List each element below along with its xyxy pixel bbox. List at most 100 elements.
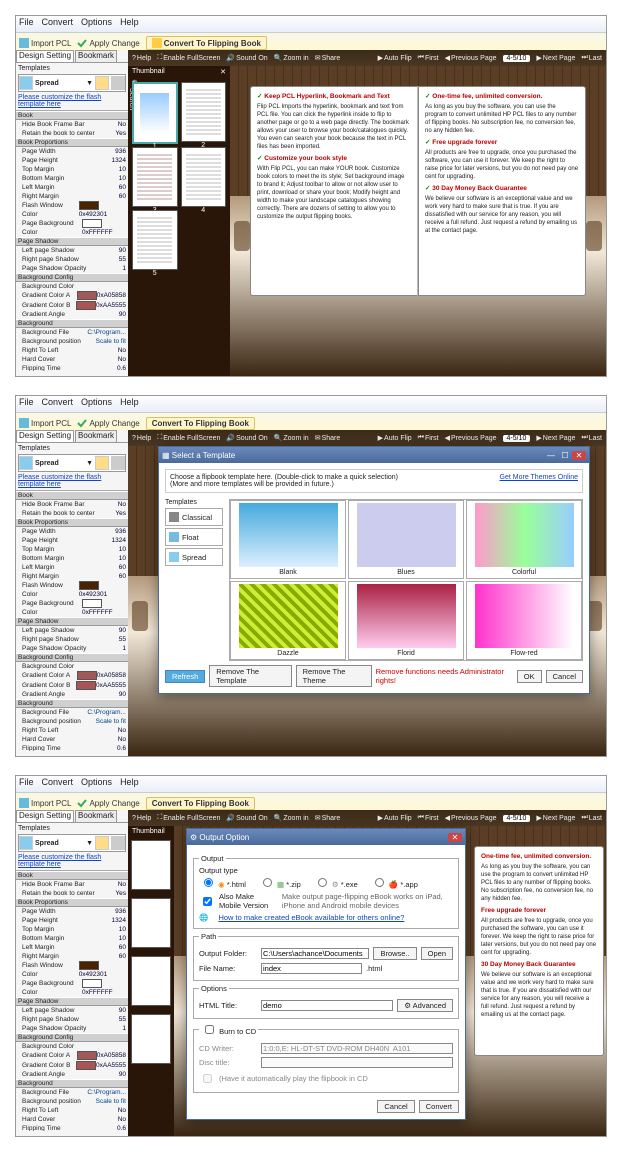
- convert-button[interactable]: Convert: [419, 1100, 459, 1113]
- thumbnail-3[interactable]: 3: [132, 147, 178, 207]
- template-cat-classical[interactable]: Classical: [165, 508, 223, 526]
- thumbnail-4[interactable]: 4: [181, 147, 227, 207]
- swatch-grad-a[interactable]: [77, 291, 97, 300]
- template-name: Spread: [35, 80, 59, 87]
- menu-convert[interactable]: Convert: [42, 17, 74, 31]
- help-button[interactable]: ? Help: [132, 55, 151, 62]
- template-folder-icon[interactable]: [95, 76, 109, 90]
- sound-button[interactable]: 🔊 Sound On: [226, 54, 267, 62]
- menu-help[interactable]: Help: [120, 17, 139, 31]
- open-book[interactable]: ✓ Keep PCL Hyperlink, Bookmark and Text …: [250, 86, 586, 296]
- auto-flip-button[interactable]: ▶ Auto Flip: [378, 54, 412, 62]
- browse-button[interactable]: Browse..: [373, 947, 416, 960]
- dialog-titlebar[interactable]: ▦ Select a Template —☐✕: [159, 447, 589, 463]
- output-option-dialog: ⚙ Output Option ✕ Output Output type ◉ *…: [186, 828, 466, 1120]
- thumbnail-1[interactable]: 1: [132, 82, 178, 144]
- template-blank[interactable]: Blank: [230, 500, 346, 579]
- output-type-zip[interactable]: ▦ *.zip: [258, 875, 301, 889]
- left-tabs: Design Setting Bookmark: [16, 50, 128, 63]
- apply-change-button[interactable]: Apply Change: [77, 38, 139, 48]
- app-window-2: FileConvertOptionsHelp Import PCL Apply …: [15, 395, 607, 757]
- import-pcl-button[interactable]: Import PCL: [19, 418, 71, 428]
- template-flow-red[interactable]: Flow-red: [466, 581, 582, 660]
- thumbnail-2[interactable]: 2: [181, 82, 227, 142]
- tab-design-setting[interactable]: Design Setting: [16, 50, 74, 62]
- refresh-button[interactable]: Refresh: [165, 670, 205, 683]
- thumbnail-close-icon[interactable]: ✕: [220, 68, 226, 76]
- info-icon: 🌐: [199, 913, 208, 922]
- ok-button[interactable]: OK: [517, 670, 542, 683]
- app-window-1: File Convert Options Help Import PCL App…: [15, 15, 607, 377]
- last-page-button[interactable]: ⏭ Last: [581, 54, 602, 62]
- thumbnail-5[interactable]: 5: [132, 210, 178, 270]
- menu-file[interactable]: File: [19, 17, 34, 31]
- more-themes-link[interactable]: Get More Themes Online: [500, 474, 578, 488]
- group-background[interactable]: Background: [16, 319, 128, 328]
- file-name-input[interactable]: [261, 963, 362, 974]
- remove-template-button[interactable]: Remove The Template: [209, 665, 291, 687]
- template-colorful[interactable]: Colorful: [466, 500, 582, 579]
- burn-cd-checkbox[interactable]: [205, 1025, 214, 1034]
- zoom-in-button[interactable]: 🔍 Zoom in: [274, 54, 309, 62]
- template-blues[interactable]: Blues: [348, 500, 464, 579]
- template-save-icon[interactable]: [111, 76, 125, 90]
- thumbnail-label: Thumbnail: [132, 68, 165, 76]
- template-cat-spread[interactable]: Spread: [165, 548, 223, 566]
- import-pcl-button[interactable]: Import PCL: [19, 38, 71, 48]
- prev-page-button[interactable]: ◀ Previous Page: [445, 54, 497, 62]
- page-flip-left[interactable]: [234, 221, 250, 251]
- template-cat-float[interactable]: Float: [165, 528, 223, 546]
- convert-to-flipping-book-button[interactable]: Convert To Flipping Book: [146, 417, 255, 430]
- tab-bookmark[interactable]: Bookmark: [75, 50, 117, 62]
- html-title-input[interactable]: [261, 1000, 393, 1011]
- group-book[interactable]: Book: [16, 111, 128, 120]
- group-background-config[interactable]: Background Config: [16, 273, 128, 282]
- template-icon: ▦: [162, 451, 170, 460]
- next-page-button[interactable]: ▶ Next Page: [536, 54, 575, 62]
- options-fieldset: Options HTML Title:⚙ Advanced: [193, 984, 459, 1019]
- dialog-titlebar[interactable]: ⚙ Output Option ✕: [187, 829, 465, 845]
- page-flip-right[interactable]: [586, 221, 602, 251]
- menubar: File Convert Options Help: [16, 16, 606, 33]
- output-type-html[interactable]: ◉ *.html: [199, 875, 246, 889]
- output-type-exe[interactable]: ⚙ *.exe: [313, 875, 358, 889]
- path-fieldset: Path Output Folder:Browse..Open File Nam…: [193, 932, 459, 981]
- output-folder-input[interactable]: [261, 948, 369, 959]
- swatch-grad-b[interactable]: [76, 301, 96, 310]
- output-type-app[interactable]: 🍎 *.app: [370, 875, 418, 889]
- customize-template-link[interactable]: Please customize the flash template here: [18, 94, 126, 108]
- admin-warning: Remove functions needs Administrator rig…: [376, 667, 513, 685]
- template-florid[interactable]: Florid: [348, 581, 464, 660]
- swatch-page-bg[interactable]: [82, 219, 102, 228]
- output-fieldset: Output Output type ◉ *.html ▦ *.zip ⚙ *.…: [193, 854, 459, 929]
- share-button[interactable]: ✉ Share: [315, 54, 341, 62]
- cancel-button[interactable]: Cancel: [546, 670, 583, 683]
- close-icon[interactable]: ✕: [572, 451, 586, 460]
- remove-theme-button[interactable]: Remove The Theme: [296, 665, 372, 687]
- apply-change-button[interactable]: Apply Change: [77, 418, 139, 428]
- template-selector[interactable]: Spread ▼: [18, 74, 126, 92]
- menu-options[interactable]: Options: [81, 17, 112, 31]
- book-page-left: ✓ Keep PCL Hyperlink, Bookmark and Text …: [250, 86, 418, 296]
- book-page-right: ✓ One-time fee, unlimited conversion. As…: [418, 86, 586, 296]
- also-mobile-checkbox[interactable]: [203, 897, 212, 906]
- thumbnail-panel: Thumbnail✕ 🔍Search 1 2 3 4 5: [128, 66, 230, 376]
- template-dazzle[interactable]: Dazzle: [230, 581, 346, 660]
- online-help-link[interactable]: How to make created eBook available for …: [218, 913, 404, 922]
- cancel-button[interactable]: Cancel: [377, 1100, 414, 1113]
- group-book-proportions[interactable]: Book Proportions: [16, 138, 128, 147]
- page-indicator[interactable]: 4-5/10: [503, 55, 531, 62]
- close-icon[interactable]: ✕: [448, 833, 462, 842]
- minimize-icon[interactable]: —: [544, 451, 558, 460]
- first-page-button[interactable]: ⏮ First: [418, 54, 439, 62]
- advanced-button[interactable]: ⚙ Advanced: [397, 999, 453, 1012]
- fullscreen-button[interactable]: ⛶ Enable FullScreen: [157, 54, 220, 62]
- select-template-dialog: ▦ Select a Template —☐✕ Choose a flipboo…: [158, 446, 590, 694]
- convert-to-flipping-book-button[interactable]: Convert To Flipping Book: [146, 36, 267, 50]
- open-button[interactable]: Open: [421, 947, 453, 960]
- swatch-flash-window[interactable]: [79, 201, 99, 210]
- preview-toolbar: ? Help ⛶ Enable FullScreen 🔊 Sound On 🔍 …: [128, 50, 606, 66]
- maximize-icon[interactable]: ☐: [558, 451, 572, 460]
- group-page-shadow[interactable]: Page Shadow: [16, 237, 128, 246]
- property-grid[interactable]: Book Hide Book Frame BarNo Retain the bo…: [16, 110, 128, 371]
